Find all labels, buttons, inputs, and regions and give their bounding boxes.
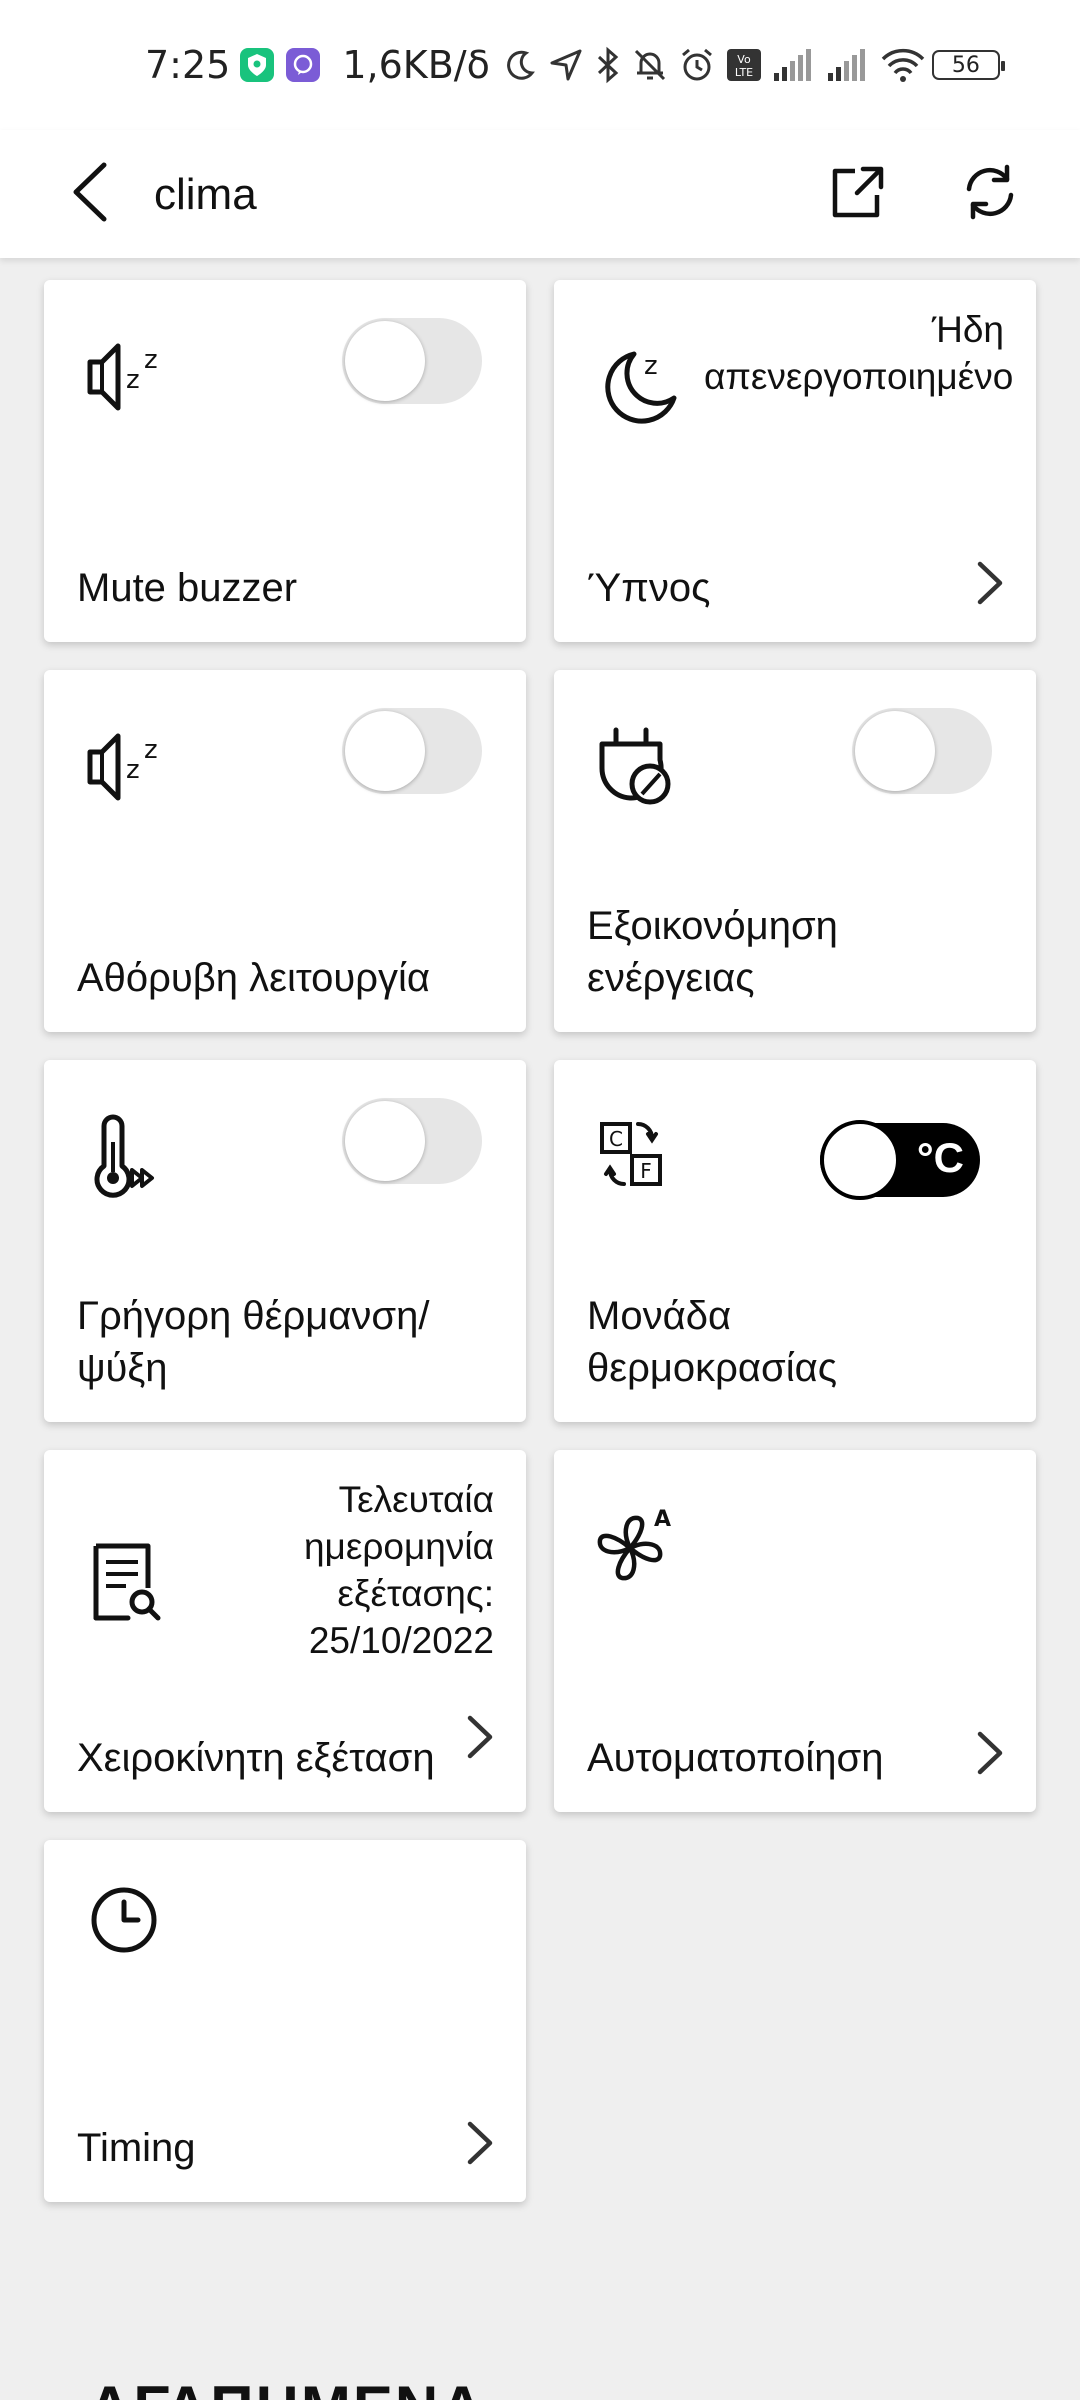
status-time: 7:25 (145, 43, 231, 87)
svg-text:LTE: LTE (735, 66, 753, 79)
card-label: Ύπνος (587, 566, 711, 610)
card-sleep[interactable]: z Ήδη απενεργοποιημένο Ύπνος (554, 280, 1036, 642)
card-mute-buzzer: z z Mute buzzer (44, 280, 526, 642)
manual-check-status: Τελευταία ημερομηνία εξέτασης: 25/10/202… (303, 1479, 494, 1661)
back-button[interactable] (50, 152, 130, 232)
card-label: Γρήγορη θέρμανση/ ψύξη (77, 1294, 430, 1390)
svg-text:z: z (126, 365, 140, 395)
back-arrow-icon (73, 162, 107, 222)
toggle-knob (345, 1101, 425, 1181)
favorites-section-header: ΑΓΑΠΗΜΕΝΑ (88, 2378, 486, 2400)
fast-heat-cool-toggle[interactable] (342, 1098, 482, 1184)
svg-text:Vo: Vo (737, 53, 751, 66)
quiet-mode-toggle[interactable] (342, 708, 482, 794)
card-label: Εξοικονόμηση ενέργειας (587, 904, 838, 1000)
refresh-button[interactable] (950, 152, 1030, 232)
temperature-unit-value: °C (916, 1134, 964, 1181)
bluetooth-icon (597, 46, 619, 84)
network-speed: 1,6KB/δ (342, 43, 490, 87)
card-label: Μονάδα θερμοκρασίας (587, 1294, 837, 1390)
document-search-icon (93, 1543, 161, 1621)
card-manual-check[interactable]: Τελευταία ημερομηνία εξέτασης: 25/10/202… (44, 1450, 526, 1812)
card-automation[interactable]: A Αυτοματοποίηση (554, 1450, 1036, 1812)
toggle-knob (855, 711, 935, 791)
svg-text:A: A (654, 1507, 671, 1532)
battery-level: 56 (951, 52, 980, 78)
speaker-zz-icon: z z (87, 343, 158, 411)
chevron-right-icon (977, 561, 1003, 605)
status-bar: 7:25 1,6KB/δ Vo LTE 56 (0, 0, 1080, 130)
toggle-knob (345, 321, 425, 401)
card-label: Αθόρυβη λειτουργία (77, 956, 431, 1000)
share-external-icon (832, 166, 884, 218)
app-bar: clima (0, 130, 1080, 258)
card-quiet-mode: z z Αθόρυβη λειτουργία (44, 670, 526, 1032)
location-icon (550, 49, 582, 81)
refresh-icon (966, 164, 1014, 220)
shield-app-icon (240, 48, 275, 82)
sleep-status: Ήδη απενεργοποιημένο (704, 309, 1014, 397)
speaker-zz-icon: z z (87, 733, 158, 801)
signal-icon (773, 49, 811, 81)
share-button[interactable] (818, 152, 898, 232)
viber-app-icon (286, 48, 321, 82)
card-label: Χειροκίνητη εξέταση (77, 1736, 435, 1780)
card-label: Timing (77, 2126, 196, 2170)
toggle-knob (820, 1120, 900, 1200)
energy-saving-toggle[interactable] (852, 708, 992, 794)
card-fast-heat-cool: Γρήγορη θέρμανση/ ψύξη (44, 1060, 526, 1422)
battery-icon: 56 (931, 50, 1005, 80)
clock-icon (91, 1887, 157, 1953)
svg-text:z: z (144, 345, 158, 375)
c-f-switch-icon: C F (600, 1122, 662, 1186)
card-label: Mute buzzer (77, 566, 298, 610)
card-label: Αυτοματοποίηση (587, 1736, 884, 1780)
card-temperature-unit: C F °C Μονάδα θερμοκρασίας (554, 1060, 1036, 1422)
card-energy-saving: Εξοικονόμηση ενέργειας (554, 670, 1036, 1032)
card-timing[interactable]: Timing (44, 1840, 526, 2202)
chevron-right-icon (467, 1715, 493, 1759)
moon-icon (506, 50, 535, 80)
chevron-right-icon (977, 1731, 1003, 1775)
svg-text:z: z (644, 351, 658, 381)
mute-buzzer-toggle[interactable] (342, 318, 482, 404)
svg-text:z: z (144, 735, 158, 765)
temperature-unit-toggle[interactable]: °C (820, 1120, 980, 1200)
toggle-knob (345, 711, 425, 791)
volte-icon: VoLTE (726, 49, 761, 81)
moon-z-icon: z (605, 351, 677, 424)
plug-leaf-icon (599, 727, 671, 805)
alarm-icon (681, 48, 712, 81)
page-title: clima (154, 170, 257, 219)
fan-auto-icon: A (597, 1507, 671, 1581)
svg-text:C: C (609, 1127, 623, 1151)
bell-off-icon (634, 49, 665, 81)
svg-text:F: F (640, 1159, 652, 1183)
svg-text:z: z (126, 755, 140, 785)
wifi-icon (881, 48, 925, 82)
chevron-right-icon (467, 2121, 493, 2165)
thermometer-fast-icon (94, 1114, 154, 1198)
signal-icon (827, 49, 865, 81)
